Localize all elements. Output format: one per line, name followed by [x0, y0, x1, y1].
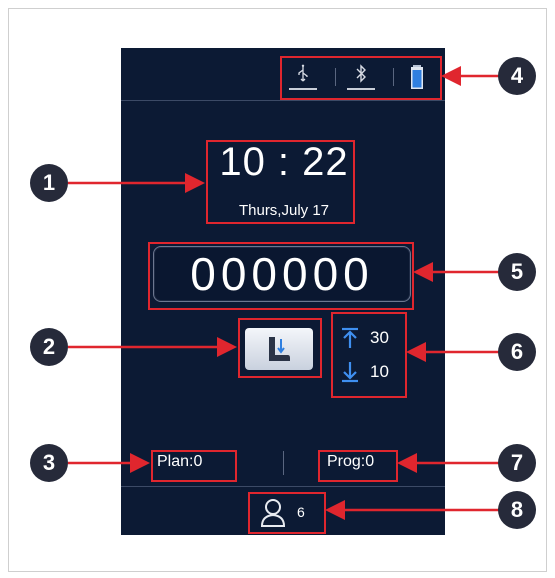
callout-marker-8: 8	[498, 491, 536, 529]
callout-arrows	[68, 66, 500, 520]
callout-marker-1: 1	[30, 164, 68, 202]
callout-marker-3: 3	[30, 444, 68, 482]
callout-marker-4: 4	[498, 57, 536, 95]
callout-marker-6: 6	[498, 333, 536, 371]
callout-marker-7: 7	[498, 444, 536, 482]
callout-marker-5: 5	[498, 253, 536, 291]
callout-marker-2: 2	[30, 328, 68, 366]
